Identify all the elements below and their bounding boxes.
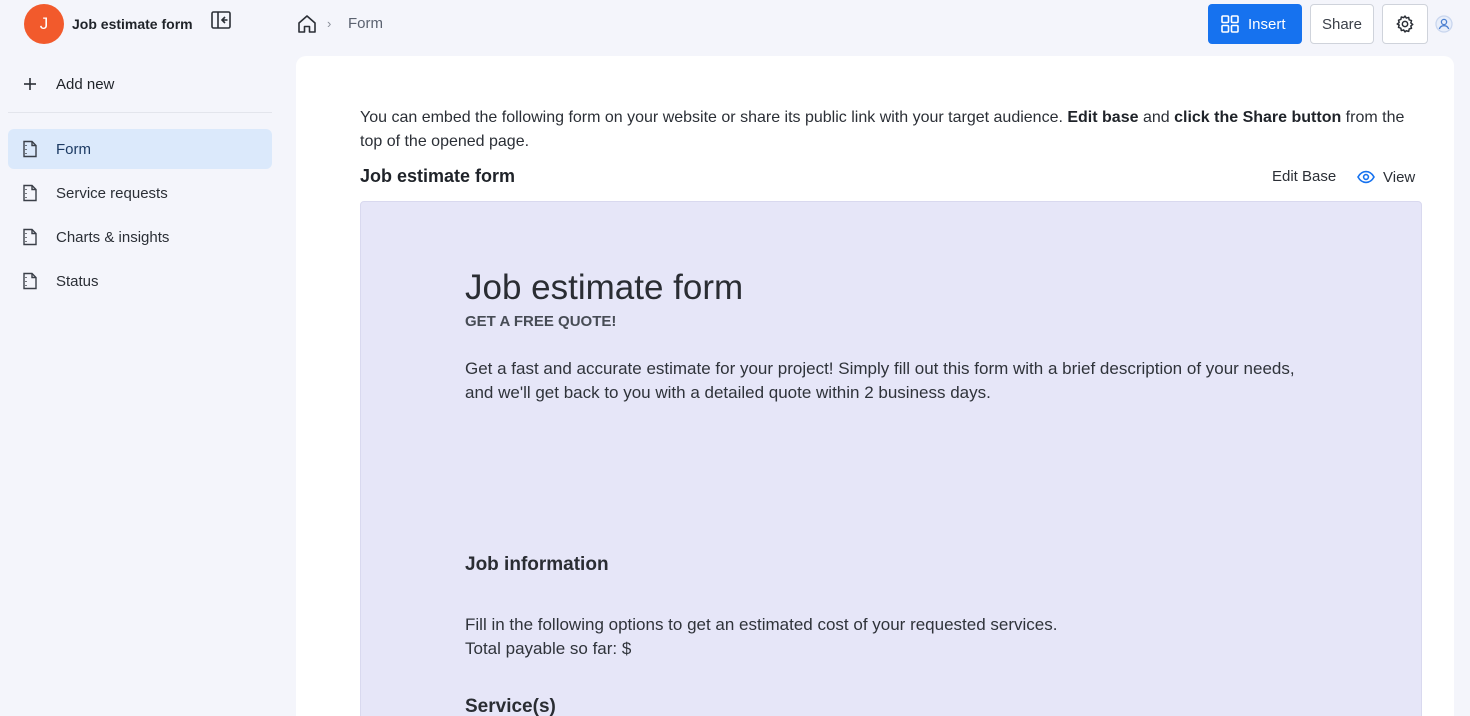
preview-title: Job estimate form [465, 268, 744, 307]
sidebar-item-label: Service requests [56, 184, 168, 202]
view-label: View [1383, 168, 1416, 186]
plus-icon [24, 78, 36, 90]
insert-label: Insert [1248, 15, 1286, 33]
sidebar-item-label: Charts & insights [56, 228, 170, 246]
document-icon [23, 272, 37, 290]
intro-text: You can embed the following form on your… [360, 106, 1420, 154]
breadcrumb-separator: › [327, 16, 332, 31]
sidebar-item-form[interactable]: Form [8, 129, 272, 169]
home-icon[interactable] [296, 13, 318, 35]
edit-base-button[interactable]: Edit Base [1272, 168, 1336, 185]
intro-text-part: and [1138, 109, 1175, 126]
app-title: Job estimate form [72, 16, 193, 32]
document-icon [23, 228, 37, 246]
sidebar-item-charts-insights[interactable]: Charts & insights [8, 217, 272, 257]
avatar[interactable]: J [24, 4, 64, 44]
breadcrumb-current[interactable]: Form [348, 15, 383, 32]
view-button[interactable]: View [1357, 166, 1415, 188]
grid-icon [1221, 15, 1239, 33]
sidebar-item-label: Status [56, 272, 99, 290]
add-new-label: Add new [56, 75, 115, 93]
preview-section-title: Job information [465, 554, 609, 575]
total-payable-line: Total payable so far: $ [465, 639, 632, 658]
user-icon[interactable] [1435, 15, 1453, 33]
gear-icon [1396, 15, 1414, 33]
intro-edit-base: Edit base [1067, 109, 1139, 126]
share-button[interactable]: Share [1310, 4, 1374, 44]
main-panel: You can embed the following form on your… [296, 56, 1454, 716]
form-preview[interactable]: Job estimate form GET A FREE QUOTE! Get … [360, 201, 1422, 716]
preview-subtitle: GET A FREE QUOTE! [465, 313, 617, 330]
section-desc-line: Fill in the following options to get an … [465, 615, 1058, 634]
sidebar-nav: Form Service requests Charts & insights … [8, 129, 272, 305]
form-heading: Job estimate form [360, 166, 516, 186]
preview-description: Get a fast and accurate estimate for you… [465, 359, 1295, 402]
sidebar-item-label: Form [56, 140, 91, 158]
document-icon [23, 140, 37, 158]
preview-section-description: Fill in the following options to get an … [465, 613, 1057, 661]
eye-icon [1357, 170, 1375, 184]
sidebar-item-service-requests[interactable]: Service requests [8, 173, 272, 213]
add-new-button[interactable]: Add new [20, 70, 114, 98]
collapse-sidebar-icon[interactable] [210, 9, 232, 31]
sidebar-divider [8, 112, 272, 113]
settings-button[interactable] [1382, 4, 1428, 44]
sidebar-item-status[interactable]: Status [8, 261, 272, 301]
insert-button[interactable]: Insert [1208, 4, 1302, 44]
sidebar: J Job estimate form Add new Form Service… [0, 0, 280, 716]
document-icon [23, 184, 37, 202]
intro-share-instruction: click the Share button [1174, 109, 1342, 126]
intro-text-part: You can embed the following form on your… [360, 109, 1068, 126]
top-bar: › Form Insert Share [296, 0, 1470, 48]
preview-services-title: Service(s) [465, 696, 556, 716]
